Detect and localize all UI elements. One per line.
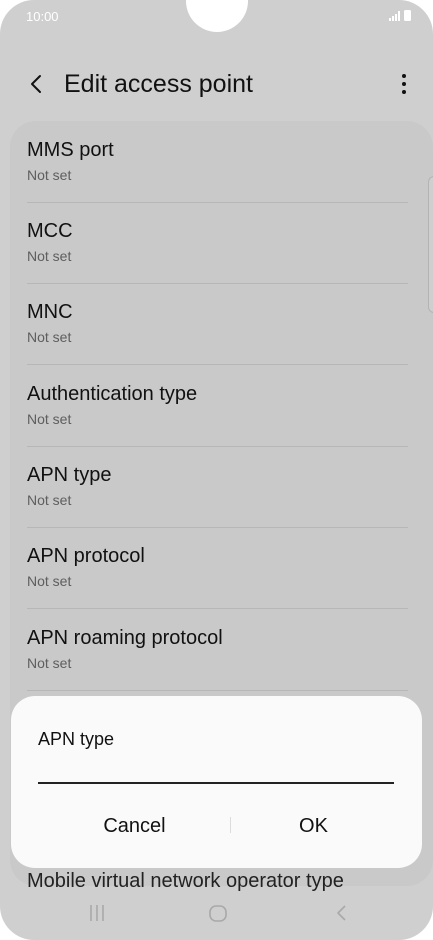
setting-value: Not set	[27, 492, 72, 508]
page-title: Edit access point	[64, 70, 253, 98]
camera-notch	[186, 0, 248, 32]
apn-type-input[interactable]	[38, 756, 394, 784]
setting-value: Not set	[27, 167, 72, 183]
setting-value: Not set	[27, 655, 72, 671]
navigation-bar	[0, 888, 433, 940]
setting-value: Not set	[27, 411, 72, 427]
list-item[interactable]: APN type Not set	[27, 446, 420, 528]
button-divider	[230, 817, 231, 833]
setting-label: APN roaming protocol	[27, 627, 223, 649]
status-time: 10:00	[26, 9, 59, 24]
setting-value: Not set	[27, 329, 72, 345]
back-icon[interactable]	[322, 898, 362, 928]
setting-value: Not set	[27, 248, 72, 264]
phone-screen: 10:00 Edit access point MMS port Not set…	[0, 0, 433, 940]
list-item[interactable]: MMS port Not set	[27, 121, 420, 203]
home-icon[interactable]	[198, 898, 238, 928]
setting-label: APN type	[27, 464, 112, 486]
back-arrow-icon[interactable]	[24, 70, 52, 98]
cancel-button[interactable]: Cancel	[31, 808, 238, 844]
setting-label: APN protocol	[27, 545, 145, 567]
list-item[interactable]: APN protocol Not set	[27, 527, 420, 609]
more-options-icon[interactable]	[401, 74, 407, 94]
list-item[interactable]: Authentication type Not set	[27, 365, 420, 447]
setting-label: MCC	[27, 220, 73, 242]
divider	[27, 690, 408, 691]
recent-apps-icon[interactable]	[77, 898, 117, 928]
list-item[interactable]: MCC Not set	[27, 202, 420, 284]
signal-icon	[389, 10, 400, 21]
ok-button[interactable]: OK	[241, 808, 386, 844]
status-icons	[389, 10, 411, 21]
app-header: Edit access point	[0, 62, 433, 108]
battery-icon	[404, 10, 411, 21]
apn-type-dialog: APN type Cancel OK	[11, 696, 422, 868]
setting-label: Authentication type	[27, 383, 198, 405]
list-item[interactable]: MNC Not set	[27, 283, 420, 365]
list-item[interactable]: APN roaming protocol Not set	[27, 609, 420, 691]
dialog-title: APN type	[38, 729, 115, 749]
setting-label: MNC	[27, 301, 73, 323]
scrollbar[interactable]	[428, 176, 433, 313]
setting-value: Not set	[27, 573, 72, 589]
setting-label: MMS port	[27, 139, 114, 161]
